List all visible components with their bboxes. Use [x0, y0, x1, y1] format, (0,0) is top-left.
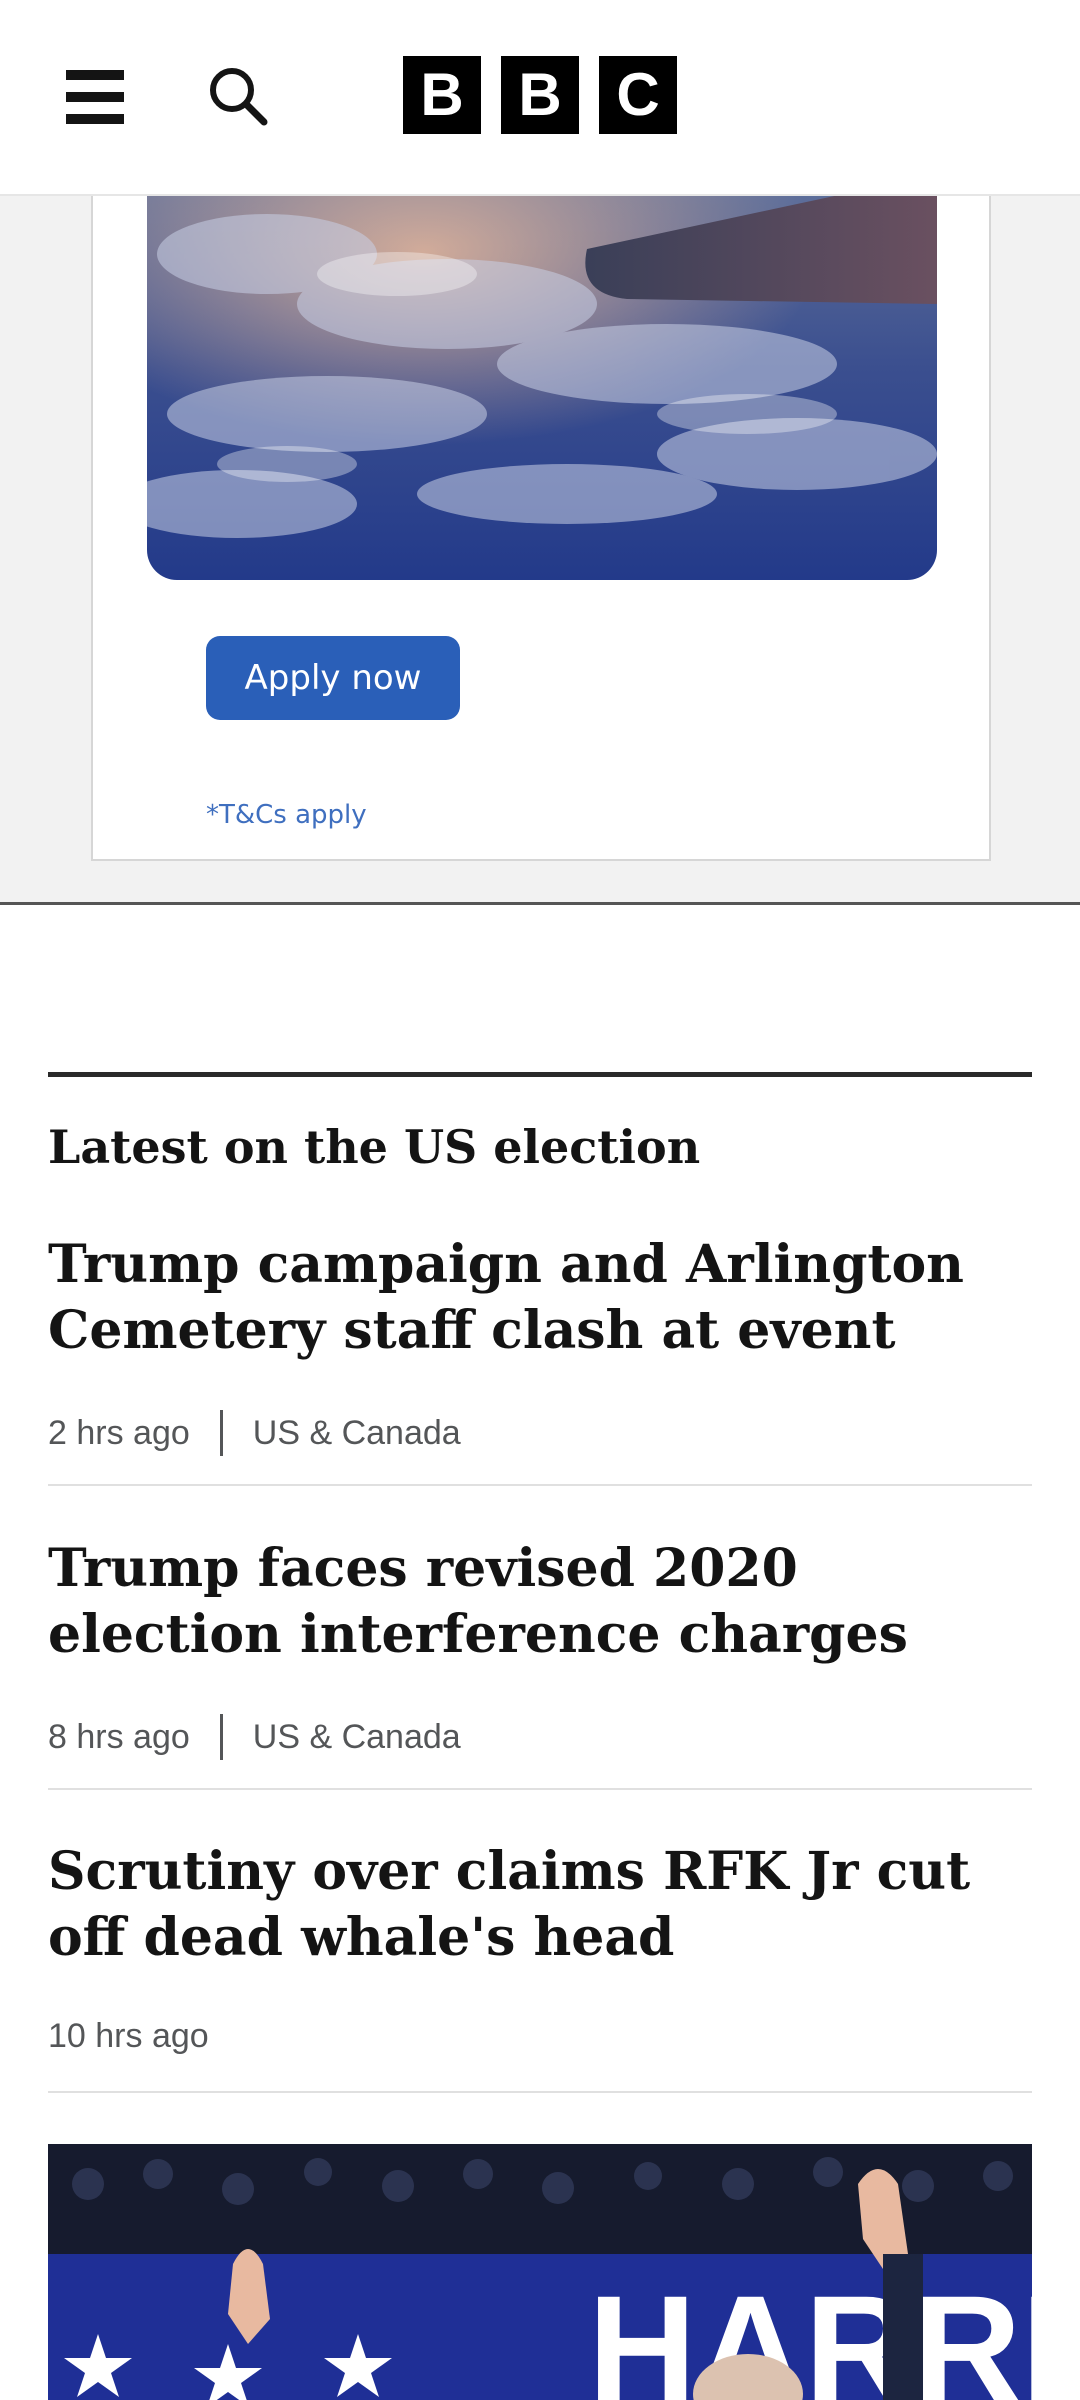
- story-headline[interactable]: Scrutiny over claims RFK Jr cut off dead…: [48, 1839, 1032, 1971]
- story-image-rally[interactable]: HARRIS: [48, 2144, 1032, 2400]
- story-category-link[interactable]: US & Canada: [253, 1718, 461, 1757]
- logo-letter: C: [599, 56, 677, 134]
- story-headline[interactable]: Trump campaign and Arlington Cemetery st…: [48, 1232, 1032, 1364]
- story-category-link[interactable]: US & Canada: [253, 1414, 461, 1453]
- search-icon[interactable]: [208, 66, 270, 128]
- story-time: 10 hrs ago: [48, 2017, 209, 2055]
- site-header: B B C: [0, 0, 1080, 196]
- story-card[interactable]: Trump campaign and Arlington Cemetery st…: [48, 1232, 1032, 1486]
- terms-link[interactable]: *T&Cs apply: [206, 800, 367, 830]
- meta-separator: [219, 1410, 223, 1456]
- story-meta: 8 hrs ago US & Canada: [48, 1714, 461, 1760]
- meta-separator: [219, 1714, 223, 1760]
- section-divider: [48, 1072, 1032, 1077]
- story-card[interactable]: Scrutiny over claims RFK Jr cut off dead…: [48, 1839, 1032, 2093]
- apply-now-button[interactable]: Apply now: [206, 636, 460, 720]
- logo-letter: B: [403, 56, 481, 134]
- ad-image-clouds[interactable]: [147, 194, 937, 580]
- story-time: 8 hrs ago: [48, 1717, 190, 1756]
- story-card[interactable]: Trump faces revised 2020 election interf…: [48, 1536, 1032, 1790]
- advertisement: Apply now *T&Cs apply: [0, 194, 1080, 905]
- logo-letter: B: [501, 56, 579, 134]
- bbc-logo[interactable]: B B C: [403, 56, 677, 134]
- menu-icon[interactable]: [66, 70, 124, 124]
- story-headline[interactable]: Trump faces revised 2020 election interf…: [48, 1536, 1032, 1668]
- rally-sign-text: HARRIS: [588, 2264, 1032, 2400]
- ad-card[interactable]: Apply now *T&Cs apply: [91, 194, 991, 861]
- story-time: 2 hrs ago: [48, 1413, 190, 1452]
- story-meta: 2 hrs ago US & Canada: [48, 1410, 461, 1456]
- story-meta: 10 hrs ago: [48, 2017, 209, 2056]
- section-title: Latest on the US election: [48, 1120, 701, 1174]
